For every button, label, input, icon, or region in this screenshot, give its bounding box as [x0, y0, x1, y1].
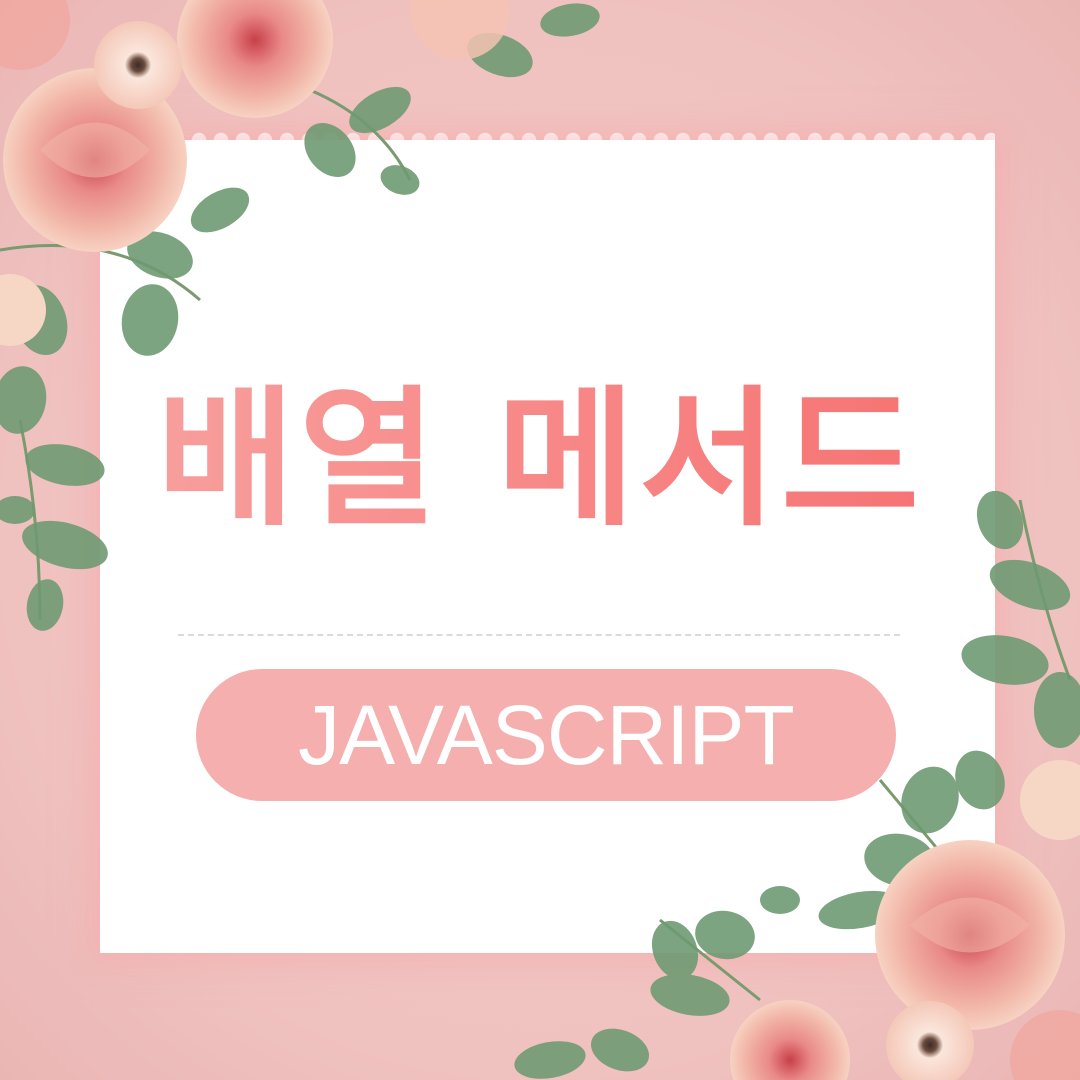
subtitle-pill: JAVASCRIPT — [196, 669, 896, 801]
subtitle-text: JAVASCRIPT — [298, 688, 795, 782]
title-heading: 배열 메서드 — [0, 365, 1080, 555]
poster-canvas: 배열 메서드 JAVASCRIPT — [0, 0, 1080, 1080]
dashed-divider — [178, 634, 900, 636]
